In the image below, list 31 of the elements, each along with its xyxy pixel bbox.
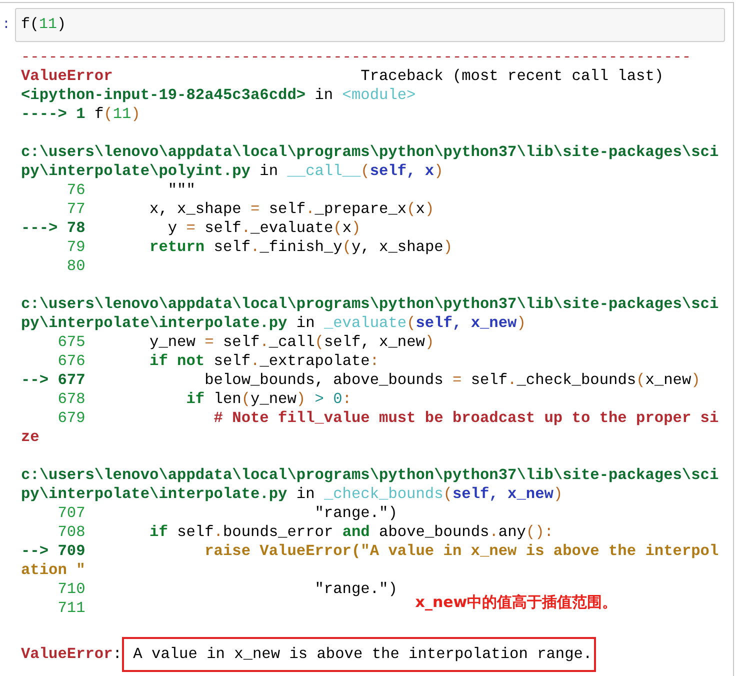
traceback-line: py\interpolate\interpolate.py in _evaluate(self, x_new) <box>21 314 526 333</box>
traceback-line: 711 <box>56 599 86 618</box>
traceback-line: py\interpolate\interpolate.py in _check_bounds(self, x_new) <box>21 485 563 504</box>
traceback-line: 77 x, x_shape = self._prepare_x(x) <box>66 200 434 219</box>
prompt-label: : <box>2 16 12 34</box>
traceback-line: --> 709 raise ValueError("A value in x_new is above the interpol <box>21 542 719 561</box>
separator-line: ------------------------------------------------------------------------- <box>21 48 692 67</box>
traceback-line: py\interpolate\polyint.py in __call__(self, x) <box>21 162 444 181</box>
traceback-line: ation " <box>21 561 86 580</box>
traceback-line: --> 677 below_bounds, above_bounds = self._check_bounds(x_new) <box>21 371 700 390</box>
traceback-line: <ipython-input-19-82a45c3a6cdd> in <module> <box>21 86 416 105</box>
traceback-line: 707 "range.") <box>56 504 398 523</box>
traceback-line: c:\users\lenovo\appdata\local\programs\python\python37\lib\site-packages\sci <box>21 295 719 314</box>
traceback-line: ze <box>21 428 40 447</box>
traceback-line: 76 """ <box>66 181 196 200</box>
traceback-line: 79 return self._finish_y(y, x_shape) <box>66 238 452 257</box>
traceback-line: ----> 1 f(11) <box>21 105 140 124</box>
traceback-line: c:\users\lenovo\appdata\local\programs\python\python37\lib\site-packages\sci <box>21 143 719 162</box>
traceback-line: 710 "range.") <box>56 580 398 599</box>
traceback-line: 708 if self.bounds_error and above_bounds.any(): <box>56 523 554 542</box>
traceback-line: 676 if not self._extrapolate: <box>56 352 380 371</box>
traceback-line: 678 if len(y_new) > 0: <box>56 390 352 409</box>
traceback-line: ValueError Traceback (most recent call last) <box>21 67 664 86</box>
annotation-text: x_new中的值高于插值范围。 <box>415 593 618 612</box>
traceback-line: 675 y_new = self._call(self, x_new) <box>56 333 434 352</box>
traceback-line: 80 <box>66 257 86 276</box>
traceback-line: ValueError: A value in x_new is above the interpolation range. <box>21 637 596 672</box>
traceback-line: ---> 78 y = self._evaluate(x) <box>21 219 361 238</box>
traceback-line: c:\users\lenovo\appdata\local\programs\python\python37\lib\site-packages\sci <box>21 466 719 485</box>
code-input[interactable]: f(11) <box>15 8 725 42</box>
traceback-line: 679 # Note fill_value must be broadcast up to the proper si <box>56 409 719 428</box>
